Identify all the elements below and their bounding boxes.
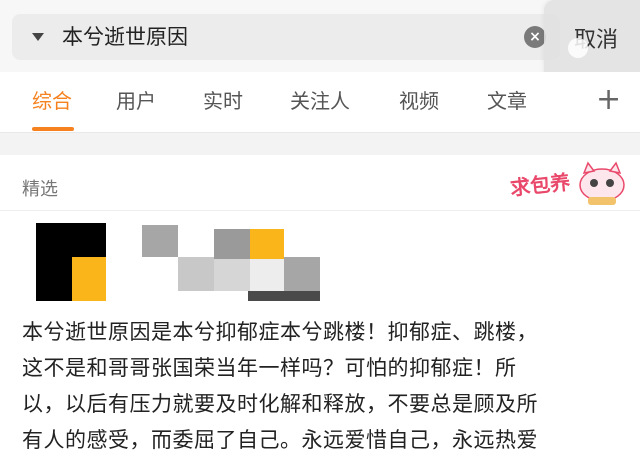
tab-video[interactable]: 视频 (399, 87, 439, 115)
featured-section-header: 精选 求包养 (0, 155, 640, 211)
post-line: 有人的感受，而委屈了自己。永远爱惜自己，永远热爱 (22, 428, 538, 452)
post-line: 以，以后有压力就要及时化解和释放，不要总是顾及所 (22, 392, 538, 416)
touch-indicator (568, 38, 588, 58)
tab-articles[interactable]: 文章 (487, 87, 527, 115)
tab-realtime[interactable]: 实时 (203, 87, 243, 115)
post-body[interactable]: 本兮逝世原因是本兮抑郁症本兮跳楼！抑郁症、跳楼， 这不是和哥哥张国荣当年一样吗？… (22, 314, 622, 458)
tab-users[interactable]: 用户 (116, 87, 156, 115)
tab-comprehensive[interactable]: 综合 (32, 87, 72, 115)
cat-sticker-icon (579, 161, 625, 205)
sticker-text: 求包养 (509, 169, 572, 201)
tab-following[interactable]: 关注人 (290, 87, 350, 115)
tab-bar: 综合 用户 实时 关注人 视频 文章 + (0, 72, 640, 133)
section-divider (0, 133, 640, 155)
post-line: 这不是和哥哥张国荣当年一样吗？可怕的抑郁症！所 (22, 356, 517, 380)
dropdown-arrow-icon[interactable] (32, 33, 44, 41)
search-input[interactable]: 本兮逝世原因 × (12, 14, 560, 60)
section-title: 精选 (22, 179, 58, 200)
post-image[interactable] (0, 211, 640, 311)
plus-icon[interactable]: + (596, 82, 621, 118)
active-tab-indicator (32, 127, 74, 131)
clear-icon[interactable]: × (524, 26, 546, 48)
sticker-image: 求包养 (509, 159, 630, 207)
search-query-text[interactable]: 本兮逝世原因 (62, 23, 188, 51)
post-line: 本兮逝世原因是本兮抑郁症本兮跳楼！抑郁症、跳楼， (22, 320, 538, 344)
